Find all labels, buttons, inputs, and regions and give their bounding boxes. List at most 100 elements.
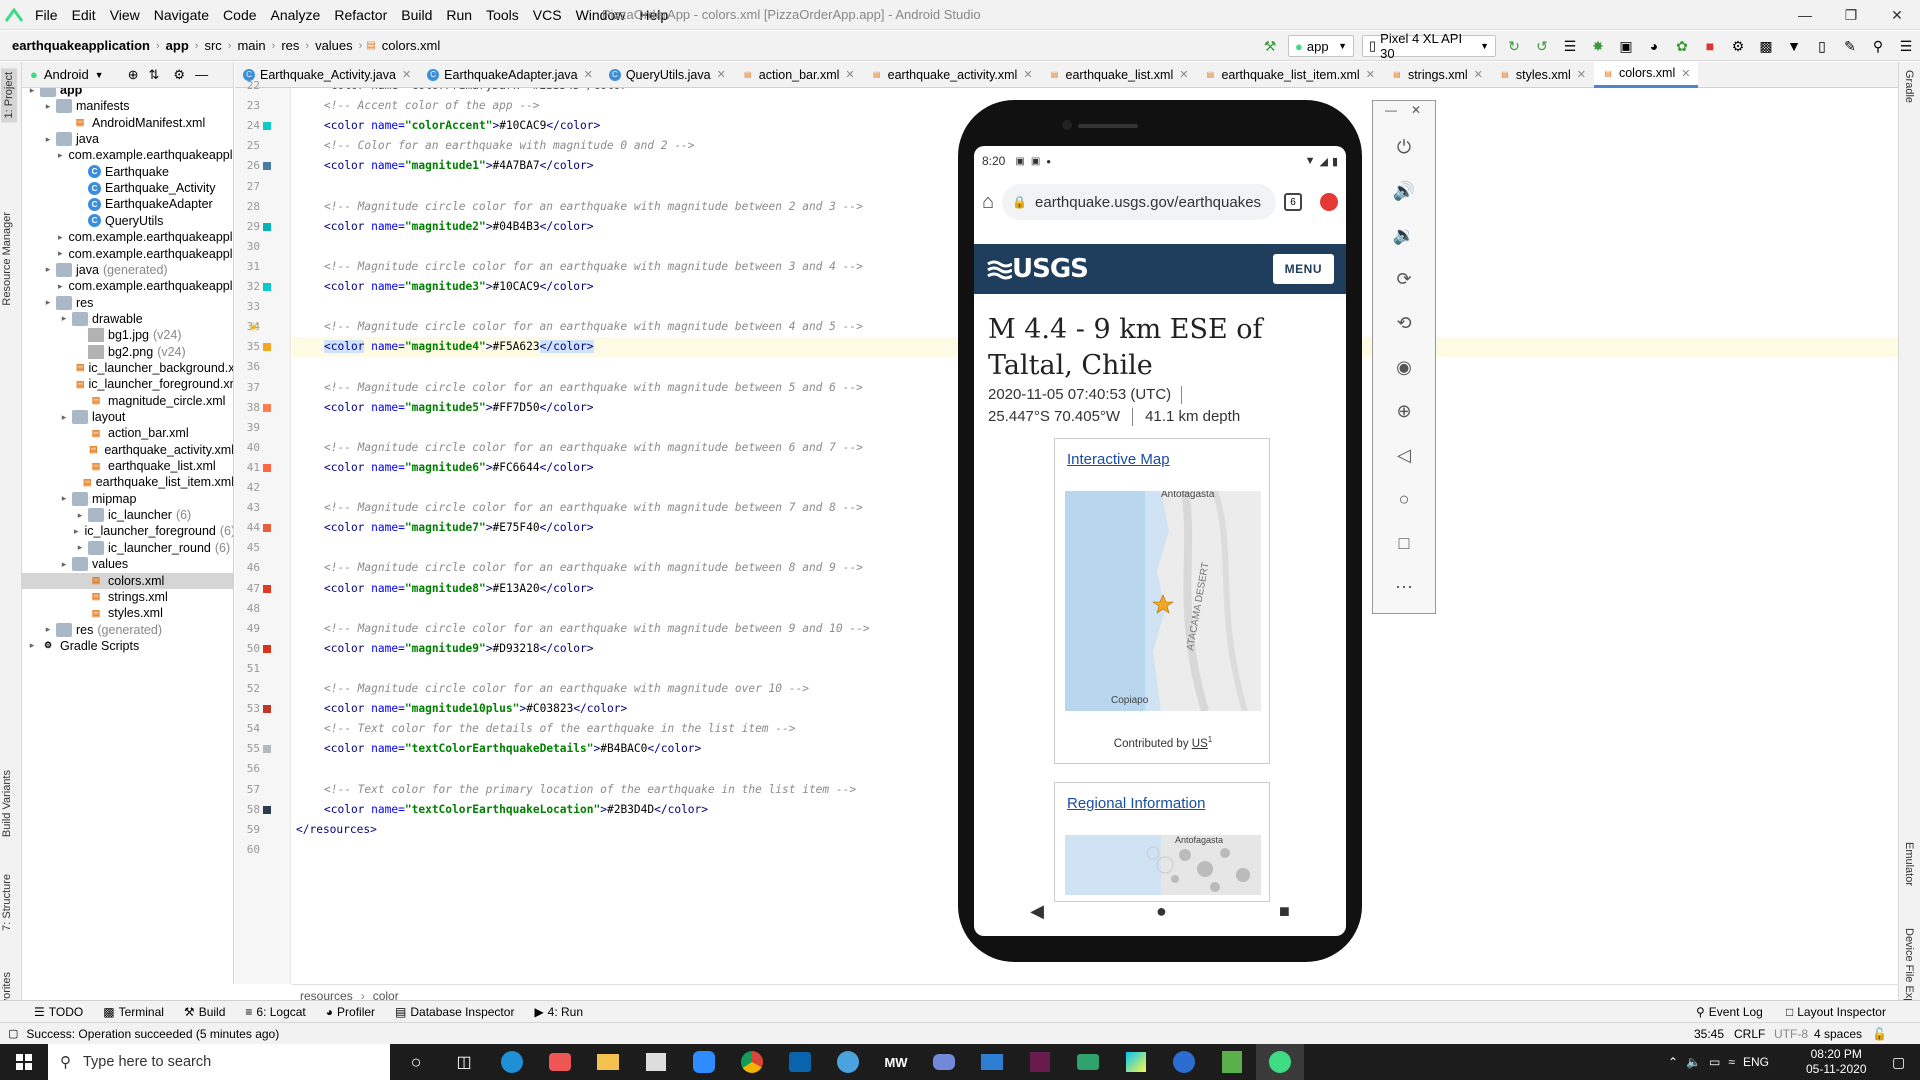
tree-item-xml[interactable]: ▤ styles.xml	[22, 605, 233, 621]
minimize-button[interactable]: —	[1782, 0, 1828, 30]
tree-expand-icon[interactable]: ▸	[58, 493, 70, 504]
menu-file[interactable]: File	[28, 0, 65, 30]
settings-icon[interactable]: ☰	[1894, 34, 1918, 58]
resource-manager-tab[interactable]: Resource Manager	[1, 212, 13, 306]
sync-icon[interactable]: ⚙	[1726, 34, 1750, 58]
color-swatch-icon[interactable]	[263, 644, 271, 653]
color-swatch-icon[interactable]	[263, 162, 271, 171]
tree-expand-icon[interactable]: ▸	[42, 624, 54, 635]
interactive-map-link[interactable]: Interactive Map	[1067, 451, 1170, 468]
tree-item-folder[interactable]: ▸ com.example.earthquakeapplication	[22, 278, 233, 294]
rerun-icon[interactable]: ↻	[1502, 34, 1526, 58]
breadcrumb-item[interactable]: res	[277, 38, 303, 53]
cortana-icon[interactable]: ○	[392, 1044, 440, 1080]
close-tab-icon[interactable]: ✕	[845, 68, 854, 81]
project-tool-tab[interactable]: 1: Project	[1, 68, 17, 123]
zoom-app-icon[interactable]	[680, 1044, 728, 1080]
tree-item-folder[interactable]: ▸ res (generated)	[22, 622, 233, 638]
avd-manager-icon[interactable]: ▩	[1754, 34, 1778, 58]
code-line[interactable]: <color name="magnitude2">#04B4B3</color>	[324, 217, 594, 237]
tree-item-class[interactable]: C EarthquakeAdapter	[22, 196, 233, 212]
close-tab-icon[interactable]: ✕	[1023, 68, 1032, 81]
editor-tab[interactable]: C QueryUtils.java ✕	[601, 62, 734, 88]
tree-item-gradle[interactable]: ▸ ⚙ Gradle Scripts	[22, 638, 233, 654]
editor-tab[interactable]: C Earthquake_Activity.java ✕	[235, 62, 419, 88]
device-manager-icon[interactable]: ▯	[1810, 34, 1834, 58]
code-line[interactable]: <!-- Text color for the primary location…	[324, 780, 856, 800]
map-image[interactable]: Antofagasta ATACAMA DESERT Copiapo	[1065, 491, 1261, 711]
more-icon[interactable]: ⋯	[1373, 565, 1435, 609]
tree-expand-icon[interactable]: ▸	[58, 412, 70, 423]
tree-item-folder[interactable]: ▸ values	[22, 556, 233, 572]
code-line[interactable]: <!-- Magnitude circle color for an earth…	[324, 317, 863, 337]
volume-icon[interactable]: 🔈	[1686, 1055, 1701, 1069]
app-icon[interactable]	[1064, 1044, 1112, 1080]
breadcrumb-item[interactable]: main	[233, 38, 269, 53]
app-icon[interactable]	[536, 1044, 584, 1080]
maximize-button[interactable]: ❐	[1828, 0, 1874, 30]
webstorm-icon[interactable]	[1112, 1044, 1160, 1080]
code-line[interactable]: <!-- Text color for the details of the e…	[324, 719, 795, 739]
battery-icon[interactable]: ▭	[1709, 1055, 1720, 1069]
menu-navigate[interactable]: Navigate	[147, 0, 216, 30]
phone-screen[interactable]: 8:20 ▣ ▣ ● ▼ ◢ ▮ ⌂ 🔒 earthquake.usgs.gov…	[974, 146, 1346, 936]
edge-icon[interactable]	[488, 1044, 536, 1080]
close-icon[interactable]: ✕	[1411, 103, 1421, 117]
back-icon[interactable]: ◁	[1373, 433, 1435, 477]
menu-edit[interactable]: Edit	[65, 0, 103, 30]
tree-item-xml[interactable]: ▤ earthquake_activity.xml	[22, 442, 233, 458]
logcat-tab[interactable]: ≡ 6: Logcat	[235, 1005, 315, 1019]
clock[interactable]: 08:20 PM 05-11-2020	[1806, 1044, 1867, 1080]
indent-setting[interactable]: 4 spaces	[1814, 1027, 1862, 1041]
tree-item-folder[interactable]: ▸ java	[22, 131, 233, 147]
volume-up-icon[interactable]: 🔊	[1373, 169, 1435, 213]
tree-item-xml[interactable]: ▤ ic_launcher_foreground.xml	[22, 376, 233, 392]
code-line[interactable]: <color name="magnitude6">#FC6644</color>	[324, 458, 594, 478]
file-explorer-icon[interactable]	[584, 1044, 632, 1080]
tree-expand-icon[interactable]: ▸	[74, 526, 79, 537]
windows-start-icon[interactable]	[0, 1044, 48, 1080]
coverage-icon[interactable]: ▣	[1614, 34, 1638, 58]
database-inspector-tab[interactable]: ▤ Database Inspector	[385, 1005, 524, 1019]
color-swatch-icon[interactable]	[263, 403, 271, 412]
caret-position[interactable]: 35:45	[1694, 1027, 1724, 1041]
tree-item-folder[interactable]: ▸ manifests	[22, 98, 233, 114]
color-swatch-icon[interactable]	[263, 584, 271, 593]
device-select[interactable]: ▯ Pixel 4 XL API 30 ▼	[1362, 31, 1496, 61]
color-swatch-icon[interactable]	[263, 705, 271, 714]
event-log-tab[interactable]: ⚲ Event Log	[1686, 1005, 1773, 1019]
code-line[interactable]: <color name="colorPrimaryDark">#2B3D4D</…	[324, 88, 634, 96]
tree-item-xml[interactable]: ▤ AndroidManifest.xml	[22, 115, 233, 131]
code-line[interactable]: <color name="textColorEarthquakeLocation…	[324, 800, 708, 820]
minimize-icon[interactable]: —	[1385, 103, 1397, 117]
code-line[interactable]: <!-- Magnitude circle color for an earth…	[324, 378, 863, 398]
code-line[interactable]: <!-- Color for an earthquake with magnit…	[324, 136, 694, 156]
code-line[interactable]: <!-- Magnitude circle color for an earth…	[324, 438, 863, 458]
chevron-up-icon[interactable]: ⌃	[1668, 1055, 1678, 1069]
hide-icon[interactable]: —	[195, 67, 208, 82]
color-swatch-icon[interactable]	[263, 524, 271, 533]
stop-icon[interactable]: ■	[1698, 34, 1722, 58]
todo-tab[interactable]: ☰ TODO	[24, 1005, 93, 1019]
app-icon[interactable]	[1160, 1044, 1208, 1080]
build-tab[interactable]: ⚒ Build	[174, 1005, 235, 1019]
home-icon[interactable]: ⌂	[982, 191, 994, 214]
notification-icon[interactable]: ▢	[1892, 1044, 1905, 1080]
code-line[interactable]: <color name="magnitude8">#E13A20</color>	[324, 579, 594, 599]
close-tab-icon[interactable]: ✕	[1366, 68, 1375, 81]
android-studio-taskbar-icon[interactable]	[1256, 1044, 1304, 1080]
tree-item-folder[interactable]: ▸ com.example.earthquakeapplication	[22, 147, 233, 163]
lock-icon[interactable]: 🔓	[1872, 1027, 1887, 1041]
tree-expand-icon[interactable]: ▸	[58, 281, 63, 292]
chevron-down-icon[interactable]: ▼	[95, 70, 104, 80]
tree-item-img[interactable]: bg2.png (v24)	[22, 344, 233, 360]
code-line[interactable]: <color name="textColorEarthquakeDetails"…	[324, 739, 701, 759]
home-icon[interactable]: ○	[1373, 477, 1435, 521]
menu-analyze[interactable]: Analyze	[264, 0, 328, 30]
menu-run[interactable]: Run	[439, 0, 479, 30]
editor-tab[interactable]: ▤ strings.xml ✕	[1383, 62, 1491, 88]
code-line[interactable]: <!-- Accent color of the app -->	[324, 96, 540, 116]
code-line[interactable]: <color name="magnitude10plus">#C03823</c…	[324, 699, 627, 719]
tree-item-folder[interactable]: ▸ res	[22, 295, 233, 311]
tree-expand-icon[interactable]: ▸	[42, 297, 54, 308]
